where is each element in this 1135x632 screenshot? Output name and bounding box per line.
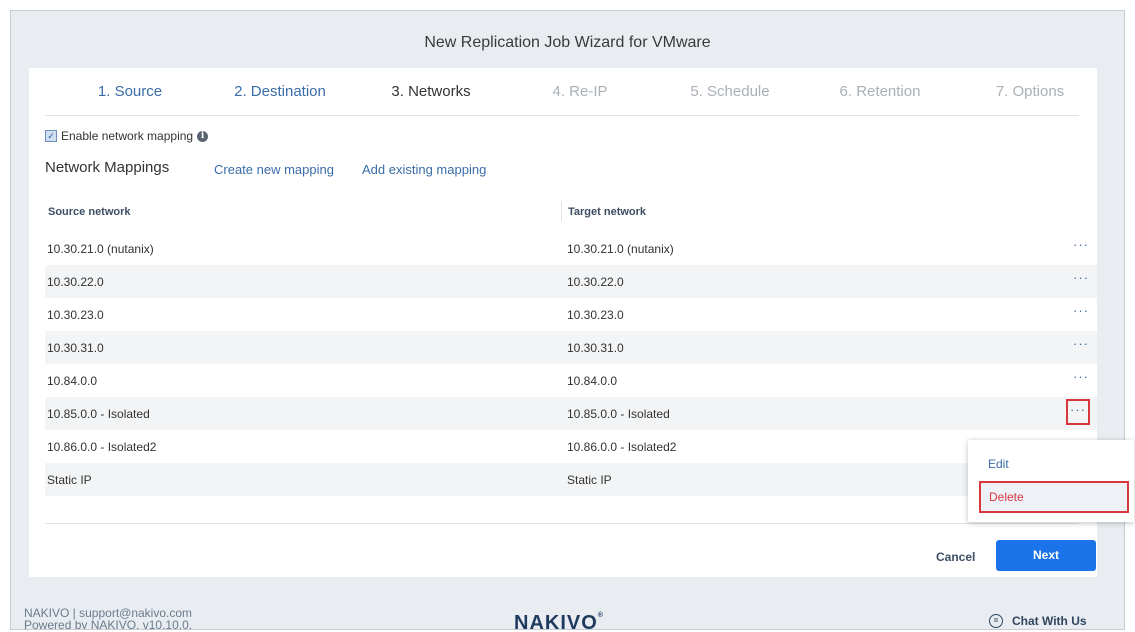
source-network-cell: Static IP [47, 473, 92, 487]
table-row[interactable]: Static IP Static IP [45, 463, 1097, 496]
steps-divider [45, 115, 1079, 116]
more-actions-icon[interactable]: ··· [1070, 271, 1092, 289]
source-network-cell: 10.85.0.0 - Isolated [47, 407, 150, 421]
add-existing-mapping-link[interactable]: Add existing mapping [362, 162, 486, 177]
source-network-cell: 10.84.0.0 [47, 374, 98, 388]
logo-text: NAKIVO [514, 612, 598, 630]
wizard-panel: 1. Source 2. Destination 3. Networks 4. … [29, 68, 1097, 577]
footer-version-line: Powered by NAKIVO, v10.10.0. [24, 618, 193, 630]
table-row[interactable]: 10.30.22.0 10.30.22.0 ··· [45, 265, 1097, 298]
step-retention[interactable]: 6. Retention [805, 83, 955, 100]
enable-network-mapping[interactable]: ✓ Enable network mapping i [45, 129, 209, 143]
chat-label: Chat With Us [1012, 614, 1087, 628]
target-network-cell: Static IP [567, 473, 612, 487]
target-network-cell: 10.86.0.0 - Isolated2 [567, 440, 677, 454]
target-network-cell: 10.85.0.0 - Isolated [567, 407, 670, 421]
target-network-cell: 10.30.23.0 [567, 308, 624, 322]
target-network-cell: 10.30.21.0 (nutanix) [567, 242, 674, 256]
enable-mapping-label: Enable network mapping [61, 129, 194, 143]
column-divider [561, 201, 562, 221]
step-re-ip[interactable]: 4. Re-IP [505, 83, 655, 100]
table-row[interactable]: 10.84.0.0 10.84.0.0 ··· [45, 364, 1097, 397]
column-header-source[interactable]: Source network [48, 206, 131, 218]
table-row[interactable]: 10.30.23.0 10.30.23.0 ··· [45, 298, 1097, 331]
wizard-steps: 1. Source 2. Destination 3. Networks 4. … [43, 68, 1097, 115]
mapping-table: 10.30.21.0 (nutanix) 10.30.21.0 (nutanix… [45, 232, 1097, 496]
table-row[interactable]: 10.85.0.0 - Isolated 10.85.0.0 - Isolate… [45, 397, 1097, 430]
step-destination[interactable]: 2. Destination [205, 83, 355, 100]
step-options[interactable]: 7. Options [955, 83, 1105, 100]
info-icon[interactable]: i [197, 130, 209, 142]
step-networks[interactable]: 3. Networks [356, 83, 506, 100]
column-header-target[interactable]: Target network [568, 206, 646, 218]
more-actions-icon[interactable]: ··· [1070, 370, 1092, 388]
step-source[interactable]: 1. Source [55, 83, 205, 100]
target-network-cell: 10.84.0.0 [567, 374, 618, 388]
menu-item-delete[interactable]: Delete [979, 481, 1129, 513]
source-network-cell: 10.30.22.0 [47, 275, 104, 289]
source-network-cell: 10.30.23.0 [47, 308, 104, 322]
logo-registered-mark: ® [597, 612, 604, 619]
target-network-cell: 10.30.31.0 [567, 341, 624, 355]
more-actions-icon[interactable]: ··· [1070, 337, 1092, 355]
footer-info: NAKIVO | support@nakivo.com Powered by N… [24, 607, 193, 630]
wizard-title: New Replication Job Wizard for VMware [424, 34, 711, 51]
chat-with-us-button[interactable]: = Chat With Us [989, 614, 1087, 628]
enable-mapping-checkbox[interactable]: ✓ [45, 130, 57, 142]
row-context-menu: Edit Delete [968, 440, 1134, 522]
menu-item-edit[interactable]: Edit [968, 448, 1134, 480]
target-network-cell: 10.30.22.0 [567, 275, 624, 289]
wizard-window: New Replication Job Wizard for VMware 1.… [10, 10, 1125, 630]
source-network-cell: 10.86.0.0 - Isolated2 [47, 440, 157, 454]
more-actions-icon[interactable]: ··· [1070, 238, 1092, 256]
table-row[interactable]: 10.86.0.0 - Isolated2 10.86.0.0 - Isolat… [45, 430, 1097, 463]
table-row[interactable]: 10.30.21.0 (nutanix) 10.30.21.0 (nutanix… [45, 232, 1097, 265]
actions-divider [45, 523, 1079, 524]
nakivo-logo: NAKIVO® [514, 612, 604, 630]
table-row[interactable]: 10.30.31.0 10.30.31.0 ··· [45, 331, 1097, 364]
more-actions-icon[interactable]: ··· [1070, 304, 1092, 322]
source-network-cell: 10.30.31.0 [47, 341, 104, 355]
section-title: Network Mappings [45, 159, 170, 176]
source-network-cell: 10.30.21.0 (nutanix) [47, 242, 154, 256]
chat-bubble-icon: = [989, 614, 1003, 628]
cancel-button[interactable]: Cancel [936, 550, 975, 564]
more-actions-icon-selected[interactable]: ··· [1066, 399, 1090, 425]
step-schedule[interactable]: 5. Schedule [655, 83, 805, 100]
next-button[interactable]: Next [996, 540, 1096, 571]
create-new-mapping-link[interactable]: Create new mapping [214, 162, 334, 177]
